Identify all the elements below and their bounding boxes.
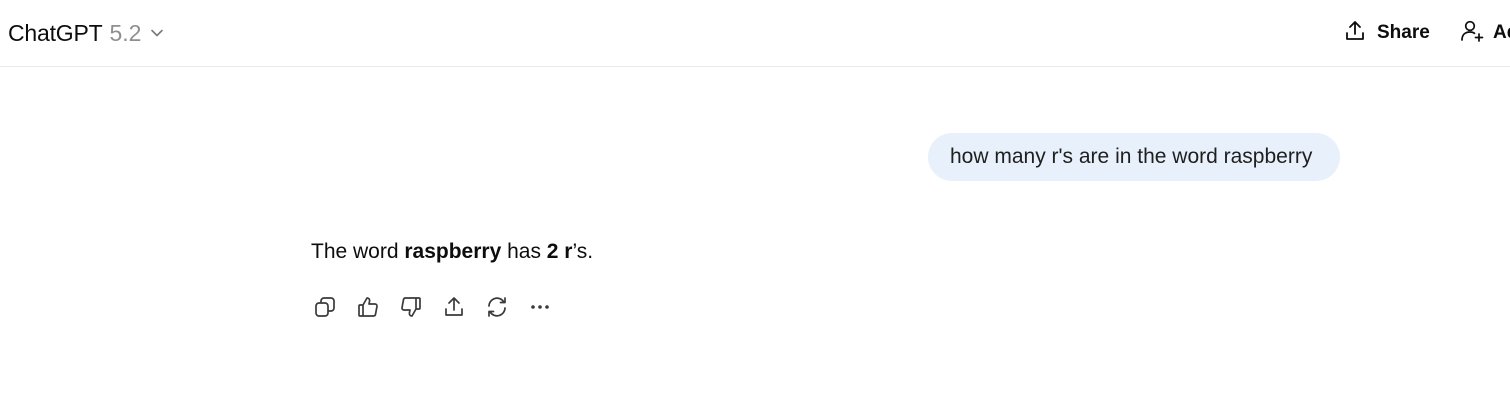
assistant-text-part1: The word bbox=[311, 240, 405, 263]
assistant-bold-word: raspberry bbox=[404, 240, 502, 263]
message-actions bbox=[311, 292, 569, 322]
add-people-label: Add people bbox=[1493, 22, 1510, 43]
chat-page: ChatGPT 5.2 Share Add people how many r'… bbox=[0, 0, 1510, 404]
regenerate-icon[interactable] bbox=[483, 293, 511, 321]
assistant-text-part3: ’s. bbox=[572, 240, 594, 263]
thumbs-down-icon[interactable] bbox=[397, 293, 425, 321]
assistant-bold-count: 2 r bbox=[546, 240, 573, 263]
model-switcher[interactable]: ChatGPT 5.2 bbox=[8, 17, 165, 49]
user-message-bubble: how many r's are in the word raspberry bbox=[928, 133, 1340, 181]
share-button[interactable]: Share bbox=[1343, 17, 1430, 49]
top-bar: ChatGPT 5.2 Share Add people bbox=[0, 0, 1510, 67]
thumbs-up-icon[interactable] bbox=[354, 293, 382, 321]
share-upload-icon bbox=[1343, 19, 1367, 48]
chevron-down-icon bbox=[149, 25, 165, 41]
add-person-icon bbox=[1459, 18, 1485, 49]
model-version: 5.2 bbox=[109, 19, 142, 46]
app-name: ChatGPT bbox=[8, 19, 103, 46]
share-icon[interactable] bbox=[440, 293, 468, 321]
assistant-text-part2: has bbox=[501, 240, 547, 263]
add-people-button[interactable]: Add people bbox=[1459, 17, 1510, 49]
more-icon[interactable] bbox=[526, 293, 554, 321]
user-message-text: how many r's are in the word raspberry bbox=[950, 145, 1313, 168]
assistant-message: The word raspberry has 2 r’s. bbox=[311, 240, 593, 264]
share-label: Share bbox=[1377, 22, 1430, 43]
copy-icon[interactable] bbox=[311, 293, 339, 321]
